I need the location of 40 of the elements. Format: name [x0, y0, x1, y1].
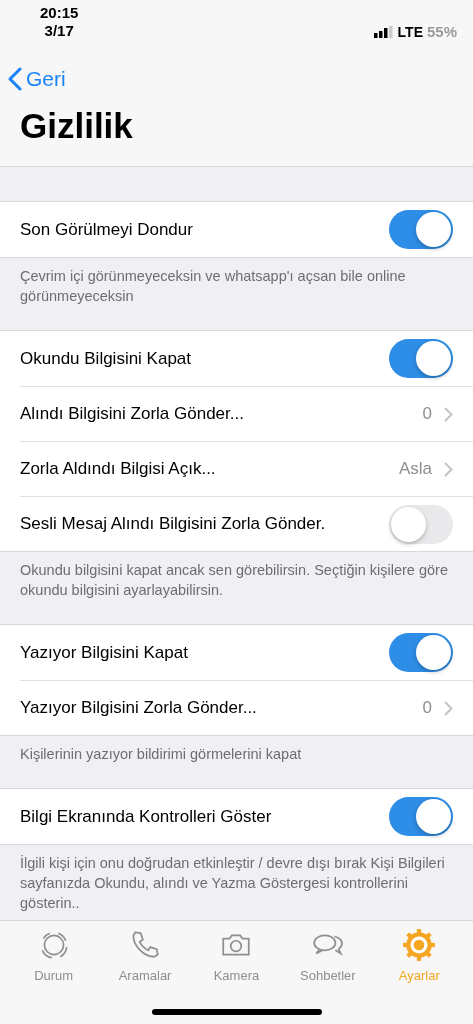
- section-footer: Çevrim içi görünmeyeceksin ve whatsapp'ı açsan bile online görünmeyeceksin: [0, 258, 473, 330]
- toggle-switch[interactable]: [389, 339, 453, 378]
- settings-row[interactable]: Sesli Mesaj Alındı Bilgisini Zorla Gönder.: [20, 496, 473, 551]
- settings-row[interactable]: Son Görülmeyi Dondur: [0, 202, 473, 257]
- settings-row[interactable]: Okundu Bilgisini Kapat: [0, 331, 473, 386]
- row-value: Asla: [398, 458, 432, 481]
- chevron-right-icon: [444, 700, 453, 716]
- row-label: Yazıyor Bilgisini Kapat: [20, 641, 188, 664]
- status-time: 20:15: [40, 4, 79, 22]
- row-value: 0: [422, 403, 432, 426]
- row-label: Zorla Aldındı Bilgisi Açık...: [20, 458, 216, 481]
- row-label: Yazıyor Bilgisini Zorla Gönder...: [20, 697, 257, 720]
- toggle-switch[interactable]: [389, 633, 453, 672]
- settings-row[interactable]: Yazıyor Bilgisini Zorla Gönder... 0: [20, 680, 473, 735]
- row-label: Sesli Mesaj Alındı Bilgisini Zorla Gönder.: [20, 513, 326, 536]
- page-title: Gizlilik: [20, 105, 134, 147]
- toggle-switch[interactable]: [389, 797, 453, 836]
- section-footer: Okundu bilgisini kapat ancak sen görebilirsin. Seçtiğin kişilere göre okundu bilgisini ayarlayabilirsin.: [0, 552, 473, 624]
- gear-icon: [402, 928, 437, 962]
- network-label: LTE: [397, 22, 423, 42]
- row-label: Son Görülmeyi Dondur: [20, 218, 193, 241]
- row-label: Bilgi Ekranında Kontrolleri Göster: [20, 805, 272, 828]
- back-button[interactable]: Geri: [8, 63, 66, 95]
- chevron-right-icon: [444, 406, 453, 422]
- section-footer: İlgili kişi için onu doğrudan etkinleştir / devre dışı bırak Kişi Bilgileri sayfanızda Okundu, alındı ve Yazma Göstergesi kontrollerini gösterin..: [0, 845, 473, 917]
- settings-row[interactable]: Bilgi Ekranında Kontrolleri Göster: [0, 789, 473, 844]
- row-value: 0: [422, 697, 432, 720]
- settings-row[interactable]: Yazıyor Bilgisini Kapat: [0, 625, 473, 680]
- signal-icon: [373, 26, 394, 39]
- section-footer: Kişilerinin yazıyor bildirimi görmelerini kapat: [0, 736, 473, 788]
- settings-row[interactable]: Zorla Aldındı Bilgisi Açık... Asla: [20, 441, 473, 496]
- chevron-right-icon: [444, 461, 453, 477]
- status-date: 3/17: [44, 22, 74, 40]
- battery-percent: 55%: [426, 22, 457, 42]
- toggle-switch[interactable]: [389, 210, 453, 249]
- toggle-switch[interactable]: [389, 504, 453, 544]
- chevron-left-icon: [8, 67, 22, 91]
- settings-row[interactable]: Alındı Bilgisini Zorla Gönder... 0: [20, 386, 473, 441]
- row-label: Okundu Bilgisini Kapat: [20, 347, 192, 370]
- row-label: Alındı Bilgisini Zorla Gönder...: [20, 403, 244, 426]
